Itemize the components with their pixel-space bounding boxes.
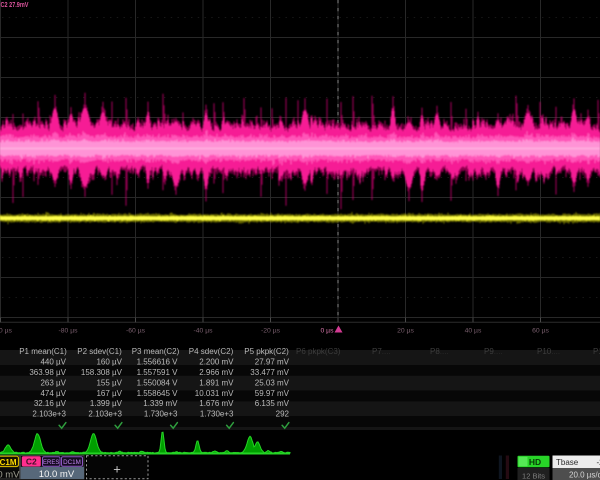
svg-text:1.676 mV: 1.676 mV (199, 399, 234, 408)
svg-text:P6 pkpk(C3): P6 pkpk(C3) (296, 347, 341, 356)
svg-text:-80 µs: -80 µs (58, 328, 78, 335)
svg-text:P9....: P9.... (484, 347, 503, 356)
svg-text:20 µs: 20 µs (397, 328, 414, 335)
svg-text:P10....: P10.... (537, 347, 560, 356)
svg-text:-20 µs: -20 µs (261, 328, 281, 335)
svg-text:20.0 µs/div: 20.0 µs/div (569, 471, 600, 480)
svg-text:32.16 µV: 32.16 µV (34, 399, 67, 408)
svg-text:2.966 mV: 2.966 mV (199, 368, 234, 377)
svg-text:-2: -2 (597, 458, 600, 467)
svg-text:1.730e+3: 1.730e+3 (200, 410, 234, 419)
svg-text:C2 27.9mV: C2 27.9mV (1, 0, 29, 9)
svg-text:Tbase: Tbase (556, 458, 579, 467)
svg-text:60 µs: 60 µs (532, 328, 549, 335)
svg-text:P2 sdev(C1): P2 sdev(C1) (77, 347, 122, 356)
svg-text:1.550084 V: 1.550084 V (137, 378, 179, 387)
svg-text:158.308 µV: 158.308 µV (81, 368, 123, 377)
svg-text:-100 µs: -100 µs (0, 328, 13, 335)
svg-text:155 µV: 155 µV (96, 378, 122, 387)
svg-text:2.200 mV: 2.200 mV (199, 357, 234, 366)
svg-text:DC1M: DC1M (63, 459, 81, 466)
svg-text:P7....: P7.... (372, 347, 391, 356)
svg-text:10.0 mV: 10.0 mV (39, 469, 75, 480)
svg-text:P4 sdev(C2): P4 sdev(C2) (189, 347, 234, 356)
svg-text:1.891 mV: 1.891 mV (199, 378, 234, 387)
svg-text:1.399 µV: 1.399 µV (90, 399, 123, 408)
svg-text:363.98 µV: 363.98 µV (29, 368, 66, 377)
svg-text:+: + (113, 462, 121, 477)
svg-text:1.557591 V: 1.557591 V (137, 368, 179, 377)
svg-text:0 µs: 0 µs (321, 328, 335, 335)
svg-text:474 µV: 474 µV (40, 389, 66, 398)
svg-text:-60 µs: -60 µs (126, 328, 146, 335)
svg-text:HD: HD (529, 457, 541, 467)
svg-text:440 µV: 440 µV (40, 357, 66, 366)
svg-text:P5 pkpk(C2): P5 pkpk(C2) (244, 347, 289, 356)
svg-text:P8....: P8.... (430, 347, 449, 356)
svg-text:160 µV: 160 µV (96, 357, 122, 366)
svg-text:12 Bits: 12 Bits (522, 471, 545, 480)
svg-text:1.730e+3: 1.730e+3 (144, 410, 178, 419)
svg-text:25.03 mV: 25.03 mV (255, 378, 290, 387)
svg-text:59.97 mV: 59.97 mV (255, 389, 290, 398)
svg-text:P1....: P1.... (593, 347, 600, 356)
svg-text:P1 mean(C1): P1 mean(C1) (19, 347, 67, 356)
svg-text:10.031 mV: 10.031 mV (195, 389, 234, 398)
svg-text:27.97 mV: 27.97 mV (255, 357, 290, 366)
svg-text:1.339 mV: 1.339 mV (143, 399, 178, 408)
svg-text:40 µs: 40 µs (465, 328, 482, 335)
svg-text:ERES: ERES (43, 460, 59, 466)
svg-text:C2: C2 (26, 457, 37, 467)
svg-text:2.103e+3: 2.103e+3 (32, 410, 66, 419)
svg-text:10.0 mV: 10.0 mV (0, 470, 20, 480)
svg-text:263 µV: 263 µV (40, 378, 66, 387)
svg-text:292: 292 (276, 410, 290, 419)
svg-text:2.103e+3: 2.103e+3 (88, 410, 122, 419)
svg-text:6.135 mV: 6.135 mV (255, 399, 290, 408)
svg-text:1.556616 V: 1.556616 V (137, 357, 179, 366)
svg-text:1.558645 V: 1.558645 V (137, 389, 179, 398)
svg-text:-40 µs: -40 µs (193, 328, 213, 335)
svg-text:DC1M: DC1M (0, 458, 17, 467)
svg-text:167 µV: 167 µV (96, 389, 122, 398)
svg-text:33.477 mV: 33.477 mV (250, 368, 289, 377)
svg-text:P3 mean(C2): P3 mean(C2) (132, 347, 180, 356)
